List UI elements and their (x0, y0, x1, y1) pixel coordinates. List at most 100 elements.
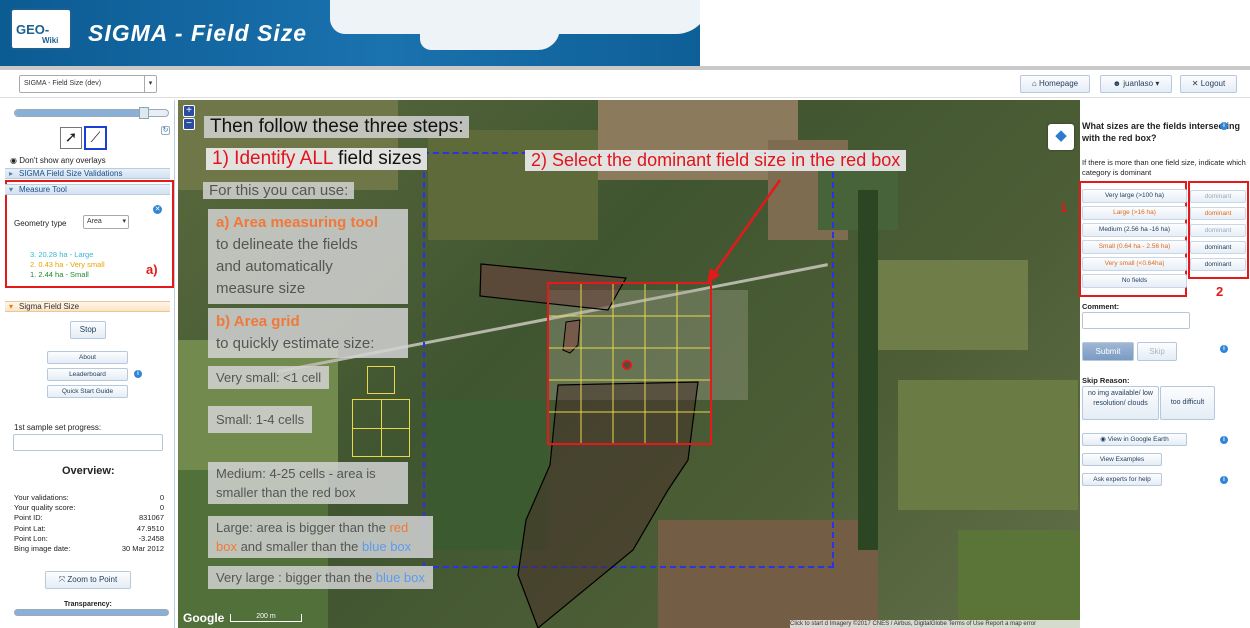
refresh-icon[interactable]: ↻ (161, 126, 170, 135)
info-icon[interactable]: i (1220, 436, 1228, 444)
view-examples-label: View Examples (1099, 456, 1145, 463)
stat-value: 47.9510 (136, 523, 164, 533)
info-icon[interactable]: i (1220, 345, 1228, 353)
dominant-button[interactable]: dominant (1190, 258, 1246, 271)
stop-label: Stop (79, 325, 97, 334)
tool-b-text: to quickly estimate size: (216, 335, 375, 352)
footer-click: Click to start d (790, 621, 829, 627)
stat-label: Your validations: (14, 493, 69, 502)
leaderboard-button[interactable]: Leaderboard (47, 368, 128, 381)
pointer-tool-icon[interactable]: ➚ (60, 127, 82, 149)
user-menu-button[interactable]: ☻ juanlaso ▾ (1100, 75, 1172, 93)
footer-report[interactable]: Report a map error (985, 621, 1036, 627)
info-icon[interactable]: i (134, 370, 142, 378)
zoom-in-button[interactable]: + (183, 105, 195, 117)
validations-panel-header[interactable]: ▸ SIGMA Field Size Validations (5, 168, 170, 179)
measurement-item: 3. 20.28 ha - Large (30, 250, 94, 259)
stat-value: 831067 (138, 513, 164, 523)
opacity-slider-fill (15, 110, 143, 116)
homepage-button[interactable]: ⌂ Homepage (1020, 75, 1090, 93)
stop-button[interactable]: Stop (70, 321, 106, 339)
stat-label: Point ID: (14, 513, 43, 523)
tool-a-text-1: to delineate the fields (216, 236, 358, 253)
google-earth-button[interactable]: ◉ View in Google Earth (1082, 433, 1187, 446)
stat-value: 0 (159, 503, 164, 513)
tool-a-box: a) Area measuring tool to delineate the … (208, 209, 408, 304)
sigma-panel-header[interactable]: ▾ Sigma Field Size (5, 301, 170, 312)
category-button[interactable]: Small (0.64 ha - 2.56 ha) (1082, 240, 1187, 254)
homepage-label: Homepage (1038, 79, 1079, 88)
dominant-button[interactable]: dominant (1190, 224, 1246, 237)
geometry-type-select[interactable]: Area ▾ (83, 215, 129, 229)
annotation-2-label: 2 (1216, 284, 1224, 299)
four-cell-sample (352, 399, 410, 457)
satellite-map[interactable]: + − ◆ Then follow these three steps: 1) … (178, 100, 1080, 628)
step-2-highlight: red box (840, 150, 901, 170)
geo-wiki-logo[interactable]: GEO- Wiki (10, 8, 72, 50)
stat-value: 0 (159, 493, 164, 502)
project-select[interactable]: SIGMA - Field Size (dev) ▾ (19, 75, 157, 93)
overview-stat-row: Point ID: 831067 (14, 513, 164, 523)
category-button[interactable]: Large (>16 ha) (1082, 206, 1187, 220)
comment-input[interactable] (1082, 312, 1190, 329)
stat-label: Bing image date: (14, 544, 71, 554)
footer-terms[interactable]: Terms of Use (948, 621, 983, 627)
quick-start-label: Quick Start Guide (61, 388, 114, 395)
logout-button[interactable]: ✕ Logout (1180, 75, 1237, 93)
logout-label: Logout (1200, 79, 1226, 88)
very-small-rule: Very small: <1 cell (208, 366, 330, 389)
quick-start-button[interactable]: Quick Start Guide (47, 385, 128, 398)
google-earth-label: View in Google Earth (1107, 436, 1169, 443)
no-overlay-radio[interactable]: ◉ Don't show any overlays (10, 156, 106, 165)
dominant-button[interactable]: dominant (1190, 190, 1246, 203)
opacity-slider[interactable] (14, 107, 169, 119)
logo-text-top: GEO- (16, 22, 50, 37)
tool-b-title: b) Area grid (216, 313, 300, 330)
skip-too-difficult-button[interactable]: too difficult (1160, 386, 1215, 420)
view-examples-button[interactable]: View Examples (1082, 453, 1162, 466)
small-rule: Small: 1-4 cells (208, 406, 313, 433)
stat-value: 30 Mar 2012 (121, 544, 164, 554)
about-button[interactable]: About (47, 351, 128, 364)
overview-stat-row: Your validations: 0 (14, 493, 164, 503)
dominant-button[interactable]: dominant (1190, 207, 1246, 220)
dominant-button[interactable]: dominant (1190, 241, 1246, 254)
user-name: juanlaso (1123, 79, 1154, 88)
logo-text-bottom: Wiki (42, 36, 59, 45)
medium-rule-2: smaller than the red box (216, 485, 356, 500)
skip-no-image-button[interactable]: no img available/ low resolution/ clouds (1082, 386, 1159, 420)
overview-title: Overview: (62, 465, 115, 477)
category-button[interactable]: Very large (>100 ha) (1082, 189, 1187, 203)
medium-rule: Medium: 4-25 cells - area is smaller tha… (208, 462, 408, 504)
progress-bar (13, 434, 163, 451)
ruler-tool-icon[interactable]: ⟋ (84, 126, 107, 150)
leaderboard-label: Leaderboard (69, 371, 106, 378)
radio-icon: ◉ (10, 156, 20, 165)
chevron-down-icon: ▾ (1153, 79, 1160, 88)
zoom-out-button[interactable]: − (183, 118, 195, 130)
overview-stat-row: Point Lon: -3.2458 (14, 534, 164, 544)
chevron-down-icon: ▾ (9, 302, 14, 311)
layers-icon[interactable]: ◆ (1048, 124, 1074, 150)
skip-button[interactable]: Skip (1137, 342, 1177, 361)
ask-experts-button[interactable]: Ask experts for help (1082, 473, 1162, 486)
category-button[interactable]: No fields (1082, 274, 1187, 288)
info-icon[interactable]: i (1220, 122, 1228, 130)
stat-label: Your quality score: (14, 503, 76, 513)
opacity-slider-handle[interactable] (139, 107, 149, 119)
measurement-item: 2. 0.43 ha - Very small (30, 260, 105, 269)
annotation-1-label: 1 (1060, 200, 1068, 215)
ask-experts-label: Ask experts for help (1093, 476, 1151, 483)
submit-button[interactable]: Submit (1082, 342, 1134, 361)
transparency-slider[interactable] (14, 609, 169, 616)
transparency-label: Transparency: (64, 601, 112, 608)
step-1-highlight: ALL (299, 148, 333, 169)
category-button[interactable]: Very small (<0.64ha) (1082, 257, 1187, 271)
measure-panel-header[interactable]: ▾ Measure Tool (5, 184, 170, 195)
footer-imagery: Imagery ©2017 CNES / Airbus, DigitalGlob… (829, 621, 947, 627)
zoom-to-point-button[interactable]: ⤧ Zoom to Point (45, 571, 131, 589)
info-icon[interactable]: i (1220, 476, 1228, 484)
close-icon[interactable]: ✕ (153, 205, 162, 214)
project-select-value: SIGMA - Field Size (dev) (24, 80, 102, 87)
category-button[interactable]: Medium (2.56 ha -16 ha) (1082, 223, 1187, 237)
